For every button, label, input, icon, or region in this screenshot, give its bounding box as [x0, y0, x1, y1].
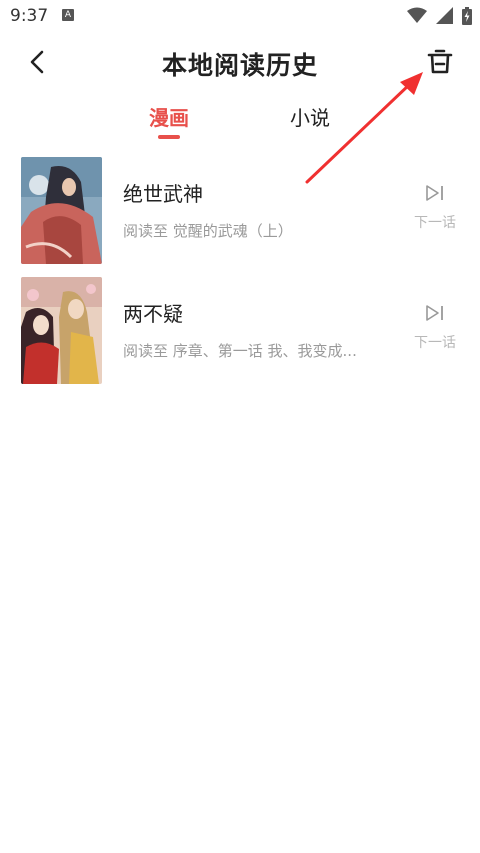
battery-icon [462, 7, 472, 25]
chevron-left-icon [30, 50, 44, 74]
trash-icon [427, 49, 453, 74]
list-item[interactable]: 绝世武神 阅读至 觉醒的武魂（上） 下一话 [0, 150, 480, 270]
next-chapter-button[interactable]: 下一话 [405, 184, 465, 232]
skip-next-icon [426, 185, 443, 201]
history-list: 绝世武神 阅读至 觉醒的武魂（上） 下一话 两不疑 阅读至 序章、第一话 我、我… [0, 150, 480, 390]
next-chapter-label: 下一话 [414, 335, 456, 351]
header: 本地阅读历史 [0, 32, 480, 92]
notification-icon: A [62, 9, 74, 21]
item-title: 绝世武神 [123, 182, 203, 206]
tab-bar: 漫画 小说 [0, 98, 480, 144]
status-bar: 9:37 A [0, 0, 480, 32]
status-icons [403, 7, 472, 25]
wifi-icon [406, 7, 427, 23]
item-progress: 阅读至 觉醒的武魂（上） [123, 222, 293, 240]
screen: 9:37 A 本地阅读历史 漫画 小说 绝世武神 阅读至 觉醒的武魂（上） 下一… [0, 0, 480, 853]
skip-next-icon [426, 305, 443, 321]
page-title: 本地阅读历史 [161, 51, 318, 80]
status-time: 9:37 [10, 6, 49, 26]
next-chapter-label: 下一话 [414, 215, 456, 231]
back-button[interactable] [20, 44, 56, 80]
delete-history-button[interactable] [420, 42, 460, 82]
item-progress: 阅读至 序章、第一话 我、我变成... [123, 342, 357, 360]
tab-novel[interactable]: 小说 [270, 102, 350, 131]
cover-image [21, 277, 102, 384]
signal-icon [435, 7, 453, 24]
tab-comic[interactable]: 漫画 [129, 102, 209, 131]
list-item[interactable]: 两不疑 阅读至 序章、第一话 我、我变成... 下一话 [0, 270, 480, 390]
cover-image [21, 157, 102, 264]
next-chapter-button[interactable]: 下一话 [405, 304, 465, 352]
item-title: 两不疑 [123, 302, 183, 326]
active-tab-indicator [158, 135, 180, 139]
